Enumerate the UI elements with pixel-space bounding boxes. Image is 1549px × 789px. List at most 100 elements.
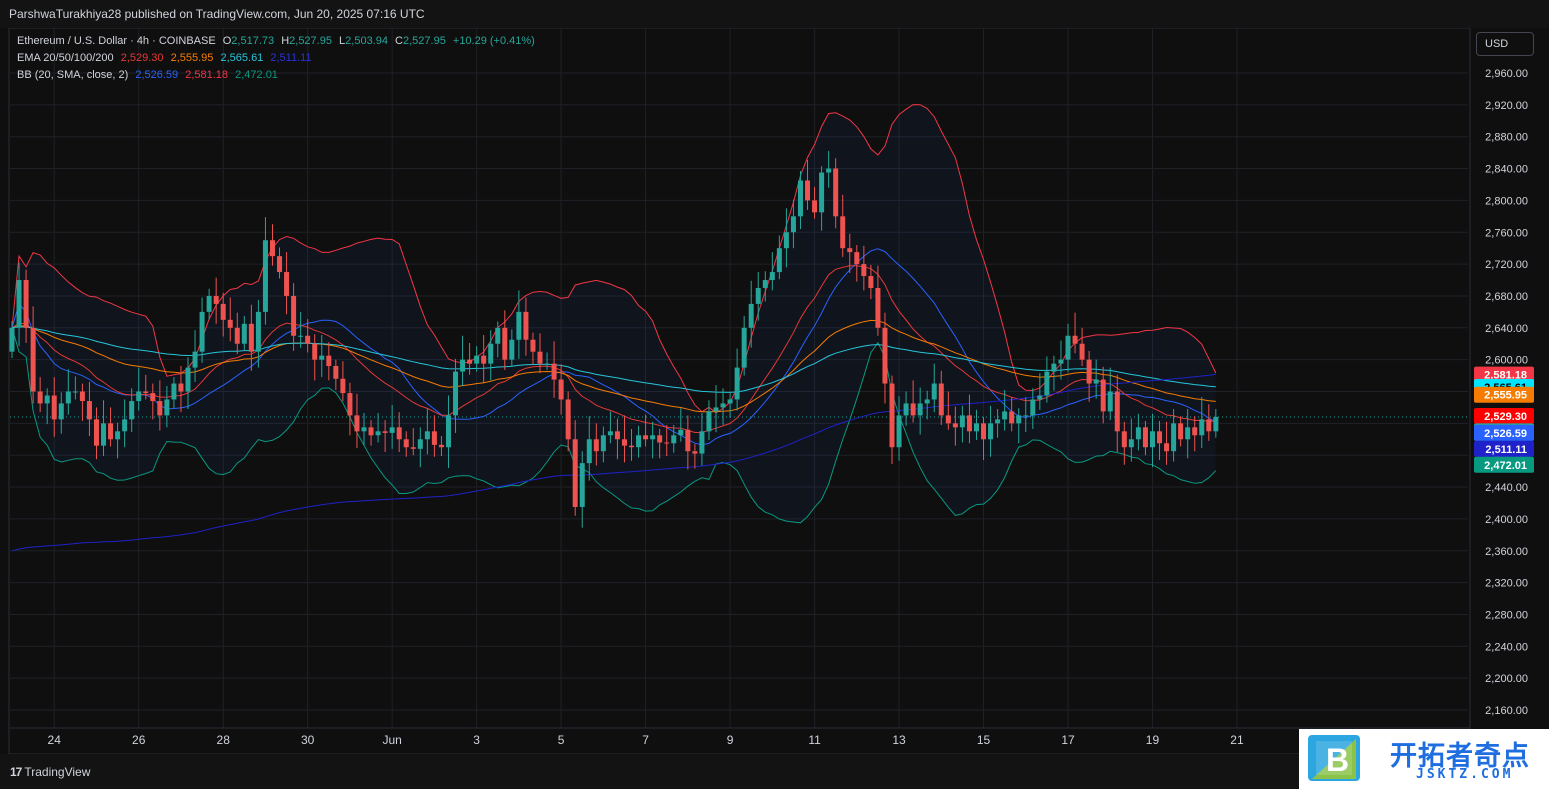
- candle-up: [101, 423, 107, 446]
- x-tick-label: 19: [1146, 733, 1160, 747]
- candle-down: [157, 401, 163, 416]
- candle-up: [453, 371, 459, 416]
- candle-down: [952, 423, 958, 428]
- candle-up: [741, 327, 747, 368]
- candle-up: [445, 415, 451, 448]
- symbol-info[interactable]: Ethereum / U.S. Dollar · 4h · COINBASE: [17, 35, 216, 47]
- candle-down: [657, 435, 663, 443]
- close-value: 2,527.95: [403, 35, 446, 47]
- candle-up: [417, 439, 423, 449]
- candle-down: [30, 327, 36, 392]
- candle-up: [903, 403, 909, 416]
- candle-up: [1149, 431, 1155, 448]
- bb-lower-value: 2,472.01: [235, 69, 278, 81]
- candle-down: [530, 339, 536, 352]
- watermark-logo-icon: B: [1308, 735, 1360, 781]
- candle-up: [65, 391, 71, 404]
- y-tick-label: 2,680.00: [1485, 291, 1528, 303]
- candle-down: [108, 423, 114, 440]
- candle-up: [1037, 395, 1043, 400]
- price-label-text: 2,529.30: [1484, 411, 1527, 423]
- candle-down: [143, 391, 149, 394]
- y-tick-label: 2,280.00: [1485, 609, 1528, 621]
- candle-down: [410, 447, 416, 449]
- candle-up: [544, 363, 550, 365]
- candle-down: [220, 303, 226, 320]
- ema20-value: 2,529.30: [120, 52, 164, 64]
- candle-down: [213, 295, 219, 304]
- candle-up: [474, 355, 480, 364]
- candle-down: [629, 445, 635, 448]
- tradingview-mark-icon: 17: [10, 765, 22, 779]
- candle-up: [959, 415, 965, 428]
- open-value: 2,517.73: [231, 35, 275, 47]
- price-label-text: 2,511.11: [1485, 444, 1527, 456]
- high-label: H: [281, 35, 290, 47]
- candle-up: [1044, 371, 1050, 396]
- candle-down: [1206, 419, 1212, 432]
- x-tick-label: 17: [1061, 733, 1075, 747]
- candle-up: [164, 399, 170, 416]
- candle-up: [896, 415, 902, 448]
- candle-down: [1114, 391, 1120, 432]
- candle-up: [1199, 419, 1205, 436]
- candle-up: [586, 439, 592, 464]
- candle-down: [558, 379, 564, 400]
- price-chart[interactable]: 2,960.00 2,920.00 2,880.00 2,840.00 2,800.00…: [0, 28, 1549, 754]
- candle-down: [178, 383, 184, 392]
- candle-up: [9, 327, 15, 352]
- candle-up: [241, 323, 247, 344]
- x-tick-label: 30: [301, 733, 315, 747]
- top-bar: ParshwaTurakhiya28 published on TradingV…: [0, 0, 1549, 28]
- y-tick-label: 2,720.00: [1485, 259, 1528, 271]
- candle-down: [431, 431, 437, 445]
- x-tick-label: 9: [727, 733, 734, 747]
- candle-down: [481, 355, 487, 364]
- y-tick-label: 2,400.00: [1485, 514, 1528, 526]
- currency-button[interactable]: USD: [1476, 32, 1534, 56]
- candle-up: [206, 295, 212, 312]
- candle-up: [319, 355, 325, 360]
- candle-up: [1185, 427, 1191, 440]
- candle-down: [938, 383, 944, 416]
- candle-down: [981, 423, 987, 440]
- candle-up: [748, 303, 754, 328]
- y-tick-label: 2,240.00: [1485, 641, 1528, 653]
- candle-down: [572, 439, 578, 507]
- bb-label: BB (20, SMA, close, 2): [17, 69, 129, 81]
- y-tick-label: 2,840.00: [1485, 164, 1528, 176]
- watermark-domain-text: JSKTZ.COM: [1416, 767, 1514, 782]
- tradingview-logo[interactable]: 17 TradingView: [10, 765, 90, 779]
- candle-up: [171, 383, 177, 400]
- candle-down: [86, 401, 92, 420]
- candle-down: [692, 451, 698, 454]
- candle-down: [847, 248, 853, 253]
- candle-down: [248, 323, 254, 352]
- candle-up: [917, 403, 923, 416]
- candle-down: [438, 444, 444, 448]
- candle-up: [185, 367, 191, 392]
- candle-down: [269, 240, 275, 257]
- candle-up: [1065, 335, 1071, 360]
- candle-up: [671, 435, 677, 444]
- candle-up: [819, 172, 825, 213]
- x-tick-label: 15: [977, 733, 991, 747]
- candle-down: [523, 311, 529, 340]
- candle-up: [199, 311, 205, 352]
- candle-up: [762, 280, 768, 288]
- candle-down: [1009, 411, 1015, 424]
- candle-up: [988, 423, 994, 440]
- candle-up: [136, 391, 142, 402]
- bb-upper-value: 2,581.18: [185, 69, 229, 81]
- legend-bb-row[interactable]: BB (20, SMA, close, 2) 2,526.59 2,581.18…: [17, 69, 282, 81]
- x-tick-label: 5: [558, 733, 565, 747]
- legend-ema-row[interactable]: EMA 20/50/100/200 2,529.30 2,555.95 2,56…: [17, 52, 316, 64]
- candle-up: [776, 248, 782, 273]
- candle-down: [502, 327, 508, 360]
- candle-down: [614, 431, 620, 440]
- candle-down: [291, 295, 297, 336]
- candle-up: [973, 423, 979, 432]
- y-tick-label: 2,200.00: [1485, 673, 1528, 685]
- y-tick-label: 2,320.00: [1485, 578, 1528, 590]
- candle-up: [600, 435, 606, 452]
